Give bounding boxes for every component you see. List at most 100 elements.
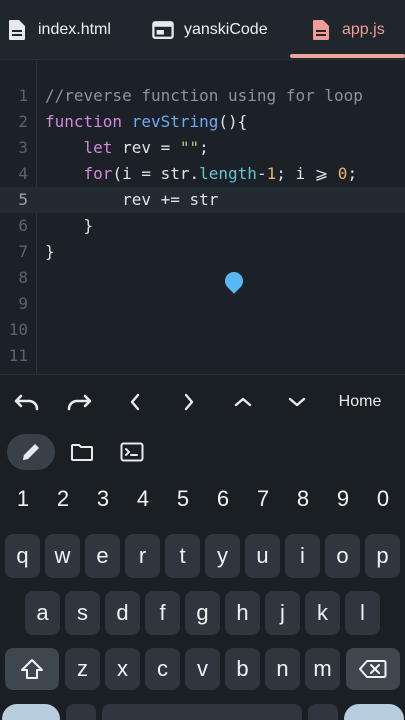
line-number: 5 [18,190,28,209]
folder-icon [71,444,93,461]
code-line[interactable]: 1 //reverse function using for loop [0,83,405,109]
code-line[interactable]: 6 } [0,213,405,239]
key-f[interactable]: f [145,591,180,635]
tab-index-html[interactable]: index.html [6,0,111,60]
number-key-9[interactable]: 9 [328,486,358,512]
number-key-8[interactable]: 8 [288,486,318,512]
key-u[interactable]: u [245,534,280,578]
number-key-5[interactable]: 5 [168,486,198,512]
code-line[interactable]: 3 let rev = ""; [0,135,405,161]
code-line[interactable]: 11 [0,343,405,369]
arrow-down-icon [288,397,306,407]
line-number: 10 [8,320,28,339]
backspace-icon [359,660,387,678]
code-token: let [83,138,113,157]
tab-app-js[interactable]: app.js [310,0,385,60]
code-text: for(i = str.length-1; i ⩾ 0; [45,161,358,187]
terminal-icon [120,442,144,462]
period-key[interactable] [308,704,338,720]
cursor-right-button[interactable] [170,375,208,429]
number-key-1[interactable]: 1 [8,486,38,512]
key-p[interactable]: p [365,534,400,578]
key-j[interactable]: j [265,591,300,635]
number-key-6[interactable]: 6 [208,486,238,512]
key-v[interactable]: v [185,648,220,690]
number-key-4[interactable]: 4 [128,486,158,512]
line-number: 6 [18,216,28,235]
number-key-2[interactable]: 2 [48,486,78,512]
code-line[interactable]: 5 rev += str [0,187,405,213]
code-token: - [256,164,267,183]
key-g[interactable]: g [185,591,220,635]
key-x[interactable]: x [105,648,140,690]
key-n[interactable]: n [265,648,300,690]
symbols-key[interactable] [2,704,60,720]
soft-keyboard: 1234567890 qwertyuiop asdfghjkl zxcvbnm [0,476,405,720]
code-line[interactable]: 8 [0,265,405,291]
key-m[interactable]: m [305,648,340,690]
undo-icon [14,394,39,411]
home-button[interactable]: Home [330,375,390,429]
key-d[interactable]: d [105,591,140,635]
cursor-left-button[interactable] [116,375,154,429]
cursor-down-button[interactable] [278,375,316,429]
key-h[interactable]: h [225,591,260,635]
code-token: } [45,216,94,235]
arrow-right-icon [184,393,194,411]
code-token: } [45,242,55,261]
key-w[interactable]: w [45,534,80,578]
key-a[interactable]: a [25,591,60,635]
key-t[interactable]: t [165,534,200,578]
enter-key[interactable] [344,704,404,720]
undo-button[interactable] [6,375,48,429]
space-key[interactable] [102,704,302,720]
code-token: ; [199,138,209,157]
key-q[interactable]: q [5,534,40,578]
key-l[interactable]: l [345,591,380,635]
code-line[interactable]: 9 [0,291,405,317]
number-key-0[interactable]: 0 [368,486,398,512]
code-text: //reverse function using for loop [45,83,363,109]
key-z[interactable]: z [65,648,100,690]
file-icon [6,19,28,41]
tab-yanskicode[interactable]: yanskiCode [152,0,268,60]
key-r[interactable]: r [125,534,160,578]
code-token: for [83,164,113,183]
comma-key[interactable] [66,704,96,720]
code-token: function [45,112,132,131]
code-line[interactable]: 2 function revString(){ [0,109,405,135]
key-c[interactable]: c [145,648,180,690]
code-token: ; [347,164,358,183]
folder-button[interactable] [62,434,102,470]
home-label: Home [338,393,382,410]
cursor-up-button[interactable] [224,375,262,429]
line-number: 4 [18,164,28,183]
code-line[interactable]: 4 for(i = str.length-1; i ⩾ 0; [0,161,405,187]
key-s[interactable]: s [65,591,100,635]
edit-mode-button[interactable] [7,434,55,470]
line-number: 2 [18,112,28,131]
code-text: } [45,239,55,265]
shift-key[interactable] [5,648,59,690]
code-token: 1 [266,164,277,183]
number-key-3[interactable]: 3 [88,486,118,512]
number-key-7[interactable]: 7 [248,486,278,512]
key-o[interactable]: o [325,534,360,578]
editor-nav-bar: Home [0,374,405,428]
backspace-key[interactable] [346,648,400,690]
terminal-button[interactable] [112,434,152,470]
code-text: let rev = ""; [45,135,209,161]
key-i[interactable]: i [285,534,320,578]
redo-button[interactable] [58,375,100,429]
key-k[interactable]: k [305,591,340,635]
redo-icon [67,394,92,411]
key-y[interactable]: y [205,534,240,578]
active-tab-indicator [290,54,405,58]
code-editor[interactable]: 1 //reverse function using for loop 2 funct… [0,61,405,373]
key-b[interactable]: b [225,648,260,690]
code-line[interactable]: 10 [0,317,405,343]
key-e[interactable]: e [85,534,120,578]
code-line[interactable]: 7} [0,239,405,265]
code-token: (i = str. [112,164,200,183]
